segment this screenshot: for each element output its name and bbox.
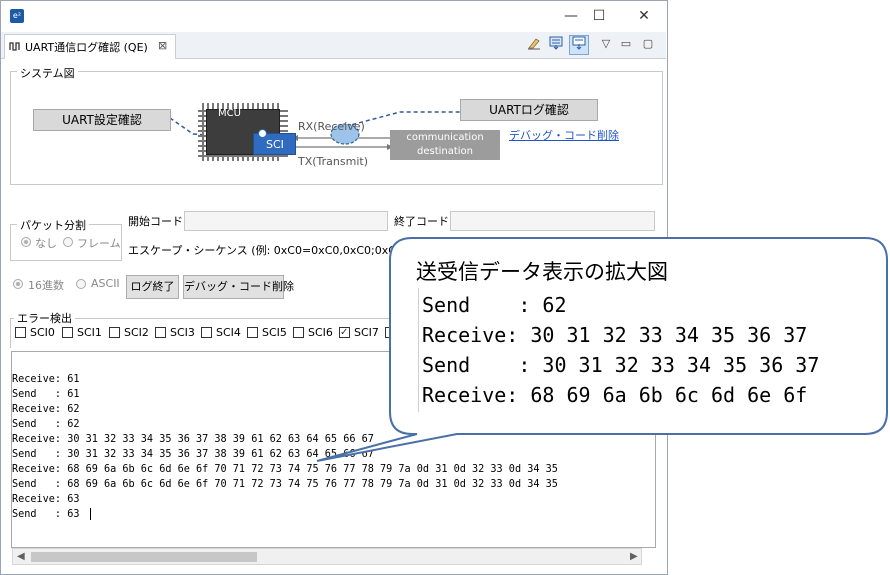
sci-block: SCI [253, 129, 296, 155]
start-code-label: 開始コード: [128, 215, 187, 228]
log-line: Receive: 62 [12, 404, 80, 415]
checkbox-label-sci3: SCI3 [170, 326, 195, 339]
callout-line: Send : 30 31 32 33 34 35 36 37 [422, 353, 820, 377]
uart-settings-button[interactable]: UART設定確認 [33, 109, 171, 131]
communication-destination-box: communication destination [390, 130, 500, 160]
radio-ascii[interactable] [76, 279, 86, 289]
save-log-icon[interactable] [547, 36, 565, 54]
callout-line: Send : 62 [422, 293, 567, 317]
end-code-input[interactable] [450, 211, 655, 231]
maximize-button[interactable]: ☐ [584, 5, 614, 27]
checkbox-sci6[interactable] [293, 327, 304, 338]
radio-packet-none-label: なし [35, 237, 57, 250]
log-line: Receive: 63 [12, 494, 80, 505]
checkbox-sci3[interactable] [155, 327, 166, 338]
uart-log-button[interactable]: UARTログ確認 [460, 99, 598, 121]
checkbox-sci1[interactable] [62, 327, 73, 338]
log-line: Send : 63 [12, 509, 80, 520]
scroll-right-icon[interactable]: ▶ [630, 549, 638, 564]
radio-hex-label: 16進数 [28, 279, 64, 292]
callout-divider [418, 288, 419, 412]
clear-icon[interactable] [525, 36, 543, 54]
sci-label: SCI [266, 138, 284, 151]
tab-uart-log[interactable]: UART通信ログ確認 (QE) ⊠ [4, 34, 176, 59]
log-line: Receive: 61 [12, 374, 80, 385]
view-menu-icon[interactable]: ▽ [597, 35, 615, 53]
tab-close-icon[interactable]: ⊠ [158, 39, 167, 52]
callout-line: Receive: 30 31 32 33 34 35 36 37 [422, 323, 808, 347]
error-detect-title: エラー検出 [14, 310, 75, 326]
view-minimize-icon[interactable]: ▭ [617, 35, 635, 53]
log-stop-button[interactable]: ログ終了 [126, 275, 179, 299]
radio-packet-frame-label: フレーム [77, 237, 121, 250]
debug-code-delete-button[interactable]: デバッグ・コード削除 [183, 275, 294, 299]
destination-line1: communication [406, 132, 484, 143]
log-line: Send : 68 69 6a 6b 6c 6d 6e 6f 70 71 72 … [12, 479, 558, 490]
tx-label: TX(Transmit) [298, 155, 368, 168]
app-icon: e² [10, 9, 24, 23]
callout-line: Receive: 68 69 6a 6b 6c 6d 6e 6f [422, 383, 808, 407]
debug-code-delete-link[interactable]: デバッグ・コード削除 [509, 127, 619, 143]
text-cursor [90, 508, 91, 520]
minimize-button[interactable]: — [556, 5, 586, 27]
checkbox-label-sci2: SCI2 [124, 326, 149, 339]
rx-label: RX(Receive) [298, 120, 365, 133]
view-tab-bar: UART通信ログ確認 (QE) ⊠ ▽ ▭ ▢ [1, 32, 666, 59]
mcu-label: MCU [218, 108, 241, 119]
radio-hex[interactable] [13, 279, 23, 289]
callout-title: 送受信データ表示の拡大図 [416, 260, 668, 284]
close-button[interactable]: ✕ [629, 5, 659, 27]
checkbox-sci2[interactable] [109, 327, 120, 338]
scroll-lock-icon[interactable] [569, 35, 589, 55]
packet-split-title: パケット分割 [17, 217, 89, 233]
radio-ascii-label: ASCII [91, 277, 120, 290]
log-line: Send : 62 [12, 419, 80, 430]
checkbox-sci4[interactable] [201, 327, 212, 338]
title-bar: e² — ☐ ✕ [1, 1, 666, 31]
waveform-icon [9, 40, 21, 52]
checkbox-label-sci5: SCI5 [262, 326, 287, 339]
tab-label: UART通信ログ確認 (QE) [25, 41, 148, 54]
checkbox-label-sci1: SCI1 [77, 326, 102, 339]
checkbox-label-sci4: SCI4 [216, 326, 241, 339]
scroll-thumb[interactable] [31, 552, 257, 562]
horizontal-scrollbar[interactable]: ◀ ▶ [12, 548, 642, 565]
checkbox-sci0[interactable] [15, 327, 26, 338]
destination-line2: destination [416, 146, 474, 157]
radio-packet-none[interactable] [21, 237, 31, 247]
view-maximize-icon[interactable]: ▢ [639, 35, 657, 53]
radio-packet-frame[interactable] [63, 237, 73, 247]
log-line: Send : 61 [12, 389, 80, 400]
start-code-input[interactable] [184, 211, 388, 231]
end-code-label: 終了コード: [394, 215, 453, 228]
scroll-left-icon[interactable]: ◀ [17, 549, 25, 564]
checkbox-sci5[interactable] [247, 327, 258, 338]
checkbox-label-sci0: SCI0 [30, 326, 55, 339]
